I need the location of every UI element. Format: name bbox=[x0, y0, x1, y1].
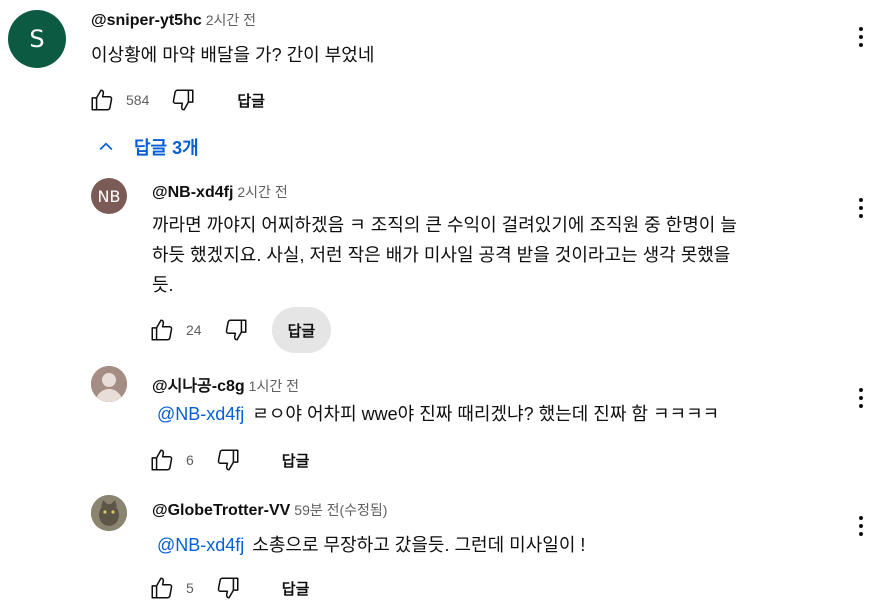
timestamp[interactable]: 2시간 전 bbox=[206, 10, 256, 30]
replies-toggle-button[interactable]: 답글 3개 bbox=[96, 134, 199, 160]
thumb-up-icon bbox=[151, 449, 173, 471]
avatar[interactable] bbox=[91, 366, 127, 402]
avatar-image bbox=[91, 495, 127, 531]
comment-text-body: ㄹㅇ야 어차피 wwe야 진짜 때리겠냐? 했는데 진짜 함 ㅋㅋㅋㅋ bbox=[252, 404, 720, 424]
like-count: 24 bbox=[186, 322, 202, 338]
more-vert-icon bbox=[859, 27, 863, 31]
reply-button[interactable]: 답글 bbox=[271, 307, 332, 353]
more-vert-icon bbox=[859, 388, 863, 392]
author-name[interactable]: @sniper-yt5hc bbox=[91, 12, 202, 30]
comment-actions: 584 답글 bbox=[88, 80, 281, 120]
comment-header: @시나공-c8g 1시간 전 bbox=[152, 372, 299, 396]
more-options-button[interactable] bbox=[849, 23, 873, 51]
reply-button[interactable]: 답글 bbox=[221, 77, 281, 123]
like-button[interactable] bbox=[148, 574, 176, 602]
thumb-down-icon bbox=[217, 449, 239, 471]
dislike-button[interactable] bbox=[222, 316, 250, 344]
author-name[interactable]: @GlobeTrotter-VV bbox=[152, 502, 290, 520]
like-count: 5 bbox=[186, 580, 194, 596]
thumb-up-icon bbox=[91, 89, 113, 111]
comment-header: @sniper-yt5hc 2시간 전 bbox=[91, 10, 256, 30]
like-button[interactable] bbox=[148, 316, 176, 344]
comment-text-line: 듯. bbox=[152, 275, 174, 295]
comment-actions: 6 답글 bbox=[148, 440, 325, 480]
avatar-initials: NB bbox=[97, 186, 121, 206]
dislike-button[interactable] bbox=[214, 446, 242, 474]
thumb-down-icon bbox=[173, 89, 194, 111]
timestamp[interactable]: 1시간 전 bbox=[249, 376, 299, 396]
comment-actions: 5 답글 bbox=[148, 568, 325, 608]
comment-text-line: 까라면 까야지 어찌하겠음 ㅋ 조직의 큰 수익이 걸려있기에 조직원 중 한명… bbox=[152, 215, 737, 235]
comment-text: 까라면 까야지 어찌하겠음 ㅋ 조직의 큰 수익이 걸려있기에 조직원 중 한명… bbox=[152, 210, 737, 300]
thumb-up-icon bbox=[151, 319, 173, 341]
comment-text-body: 소총으로 무장하고 갔을듯. 그런데 미사일이 ! bbox=[252, 535, 586, 555]
reply-button[interactable]: 답글 bbox=[266, 565, 326, 611]
chevron-up-icon bbox=[96, 137, 116, 157]
author-name[interactable]: @NB-xd4fj bbox=[152, 184, 233, 202]
avatar[interactable]: NB bbox=[91, 178, 127, 214]
thumb-down-icon bbox=[217, 577, 239, 599]
comment-header: @NB-xd4fj 2시간 전 bbox=[152, 182, 288, 202]
more-options-button[interactable] bbox=[849, 194, 873, 222]
thumb-up-icon bbox=[151, 577, 173, 599]
author-name[interactable]: @시나공-c8g bbox=[152, 372, 245, 396]
timestamp[interactable]: 2시간 전 bbox=[237, 182, 287, 202]
timestamp[interactable]: 59분 전(수정됨) bbox=[294, 500, 387, 520]
comment-text: 이상황에 마약 배달을 가? 간이 부었네 bbox=[91, 45, 375, 65]
more-options-button[interactable] bbox=[849, 512, 873, 540]
more-options-button[interactable] bbox=[849, 384, 873, 412]
like-count: 6 bbox=[186, 452, 194, 468]
comment-text: @NB-xd4fj ㄹㅇ야 어차피 wwe야 진짜 때리겠냐? 했는데 진짜 함 … bbox=[157, 399, 719, 429]
comment-text-line: 하듯 했겠지요. 사실, 저런 작은 배가 미사일 공격 받을 것이라고는 생각… bbox=[152, 245, 731, 265]
avatar-letter: S bbox=[29, 25, 45, 53]
like-button[interactable] bbox=[88, 86, 116, 114]
more-vert-icon bbox=[859, 198, 863, 202]
avatar[interactable]: S bbox=[8, 10, 66, 68]
dislike-button[interactable] bbox=[214, 574, 242, 602]
avatar-image bbox=[91, 366, 127, 402]
comment-actions: 24 답글 bbox=[148, 307, 332, 353]
avatar[interactable] bbox=[91, 495, 127, 531]
dislike-button[interactable] bbox=[169, 86, 197, 114]
more-vert-icon bbox=[859, 516, 863, 520]
replies-toggle-label: 답글 3개 bbox=[134, 138, 199, 158]
comment-header: @GlobeTrotter-VV 59분 전(수정됨) bbox=[152, 500, 387, 520]
mention-link[interactable]: @NB-xd4fj bbox=[157, 404, 244, 424]
like-button[interactable] bbox=[148, 446, 176, 474]
reply-button[interactable]: 답글 bbox=[266, 437, 326, 483]
thumb-down-icon bbox=[225, 319, 247, 341]
mention-link[interactable]: @NB-xd4fj bbox=[157, 535, 244, 555]
comment-text: @NB-xd4fj 소총으로 무장하고 갔을듯. 그런데 미사일이 ! bbox=[157, 530, 585, 560]
like-count: 584 bbox=[126, 92, 150, 108]
